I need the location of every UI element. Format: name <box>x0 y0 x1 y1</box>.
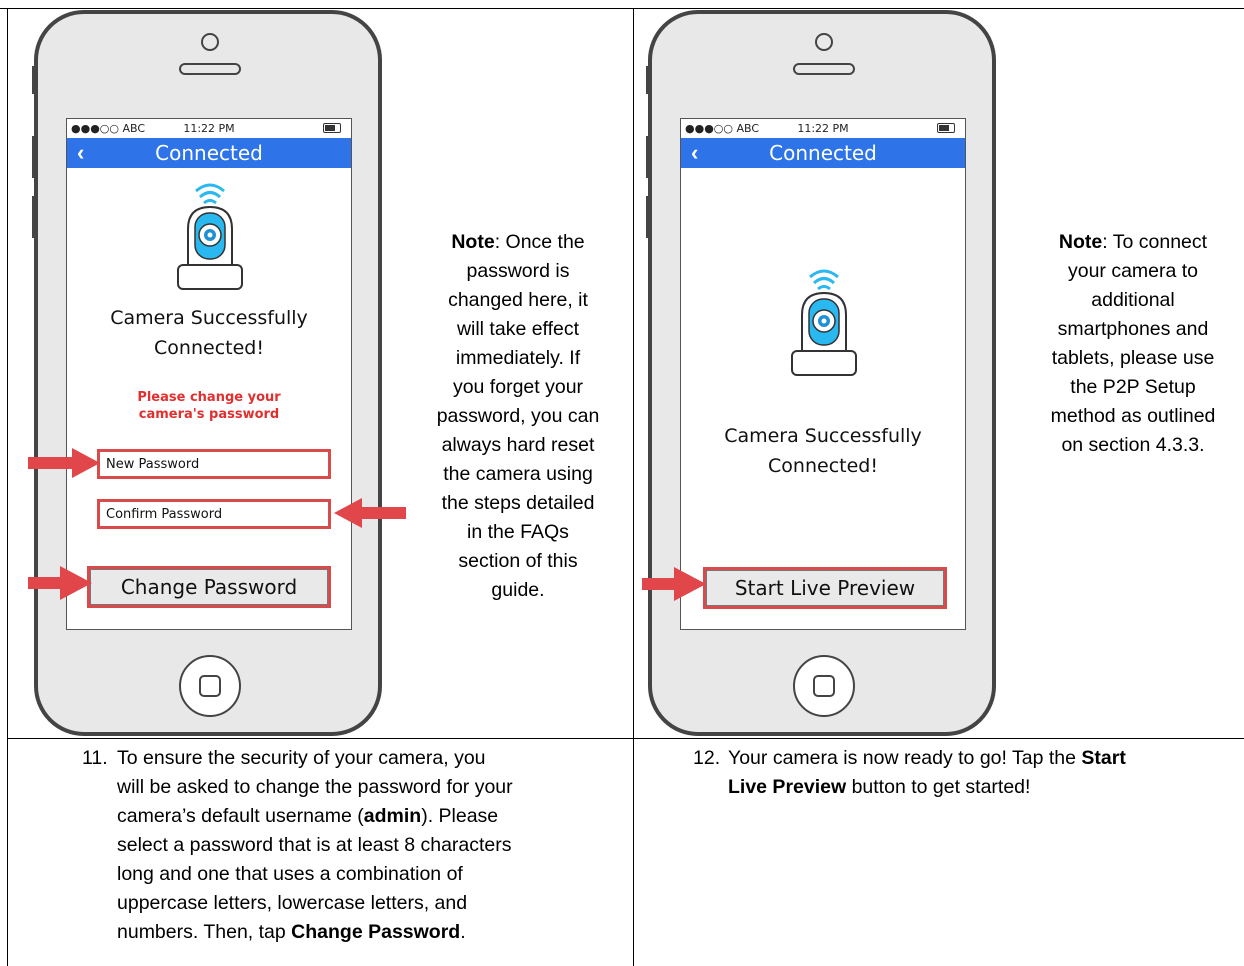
arrow-new-password <box>28 448 100 478</box>
success-line-1: Camera Successfully <box>110 307 308 329</box>
success-message: Camera Successfully Connected! <box>681 421 965 481</box>
step-bold: admin <box>363 805 422 827</box>
table-top-border <box>0 8 1244 9</box>
note-first-rest: : To connect <box>1102 231 1208 253</box>
step-fragment: button to get started! <box>846 776 1031 798</box>
step-line: will be asked to change the password for… <box>117 776 513 798</box>
note-line: always hard reset <box>441 434 595 456</box>
note-line: the steps detailed <box>441 492 595 514</box>
table-left-border <box>7 8 8 966</box>
step-fragment: numbers. Then, tap <box>117 921 292 943</box>
note-line: password is <box>466 260 570 282</box>
confirm-password-field-highlight <box>97 499 331 529</box>
step-line: Your camera is now ready to go! Tap the … <box>728 744 1126 773</box>
new-password-input[interactable] <box>100 452 328 476</box>
nav-title: Connected <box>769 141 877 165</box>
step-number: 11. <box>82 747 108 769</box>
note-line: additional <box>1091 289 1175 311</box>
new-password-field-highlight <box>97 449 331 479</box>
note-line: method as outlined <box>1050 405 1216 427</box>
note-line: password, you can <box>436 405 600 427</box>
note-line: section of this <box>458 550 578 572</box>
note-line: guide. <box>491 579 545 601</box>
note-left-first-line: Note: Once the <box>404 228 632 257</box>
step-text: To ensure the security of your camera, y… <box>117 744 513 947</box>
camera-icon <box>791 269 857 376</box>
note-line: you forget your <box>452 376 584 398</box>
status-bar: ●●●○○ ABC 11:22 PM <box>67 119 351 137</box>
step-line: uppercase letters, lowercase letters, an… <box>117 892 468 914</box>
note-line: immediately. If <box>455 347 581 369</box>
nav-title: Connected <box>155 141 263 165</box>
phone-screen: ●●●○○ ABC 11:22 PM ‹ Connected Camera Su… <box>680 118 966 630</box>
start-live-preview-button[interactable]: Start Live Preview <box>706 570 944 606</box>
phone-screen: ●●●○○ ABC 11:22 PM ‹ Connected Camera Su… <box>66 118 352 630</box>
status-bar: ●●●○○ ABC 11:22 PM <box>681 119 965 137</box>
note-right: Note: To connect your camera to addition… <box>1022 228 1244 460</box>
step-line: numbers. Then, tap Change Password. <box>117 918 513 947</box>
camera-icon <box>177 183 243 290</box>
step-line: To ensure the security of your camera, y… <box>117 747 486 769</box>
note-line: the camera using <box>443 463 593 485</box>
success-line-2: Connected! <box>768 455 878 477</box>
note-first-rest: : Once the <box>494 231 585 253</box>
note-line: tablets, please use <box>1051 347 1215 369</box>
note-line: on section 4.3.3. <box>1061 434 1205 456</box>
step-line: Live Preview button to get started! <box>728 773 1126 802</box>
table-row-divider <box>7 738 1244 739</box>
step-bold: Change Password <box>291 921 461 943</box>
phone-mockup-left: ●●●○○ ABC 11:22 PM ‹ Connected Camera Su… <box>32 10 384 738</box>
change-password-button[interactable]: Change Password <box>90 569 328 605</box>
note-line: smartphones and <box>1057 318 1209 340</box>
step-bold: Live Preview <box>728 776 847 798</box>
change-password-prompt: Please change your camera's password <box>67 389 351 423</box>
note-left: Note: Once the password is changed here,… <box>404 228 632 605</box>
prompt-line-2: camera's password <box>138 407 280 422</box>
step-line: long and one that uses a combination of <box>117 863 463 885</box>
phone-mockup-right: ●●●○○ ABC 11:22 PM ‹ Connected Camera Su… <box>646 10 998 738</box>
start-live-preview-highlight: Start Live Preview <box>703 567 947 609</box>
prompt-line-1: Please change your <box>137 390 281 405</box>
nav-bar: ‹ Connected <box>67 138 351 168</box>
clock: 11:22 PM <box>797 122 849 135</box>
success-line-1: Camera Successfully <box>724 425 922 447</box>
step-fragment: camera’s default username ( <box>117 805 364 827</box>
arrow-start-live-preview <box>642 567 706 601</box>
step-fragment: ). Please <box>421 805 499 827</box>
note-line: your camera to <box>1067 260 1199 282</box>
step-line: camera’s default username (admin). Pleas… <box>117 802 513 831</box>
note-line: will take effect <box>456 318 580 340</box>
step-11: 11. To ensure the security of your camer… <box>82 744 632 966</box>
step-fragment: . <box>460 921 466 943</box>
success-message: Camera Successfully Connected! <box>67 303 351 363</box>
step-text: Your camera is now ready to go! Tap the … <box>728 744 1126 802</box>
nav-bar: ‹ Connected <box>681 138 965 168</box>
step-fragment: Your camera is now ready to go! Tap the <box>728 747 1082 769</box>
arrow-change-password <box>28 566 92 600</box>
battery-icon <box>937 123 955 133</box>
step-12: 12. Your camera is now ready to go! Tap … <box>693 744 1244 824</box>
table-middle-divider <box>633 8 634 966</box>
step-bold: Start <box>1081 747 1126 769</box>
note-line: the P2P Setup <box>1070 376 1196 398</box>
note-right-first-line: Note: To connect <box>1022 228 1244 257</box>
arrow-confirm-password <box>334 498 406 528</box>
note-label: Note <box>1058 231 1103 253</box>
note-line: in the FAQs <box>467 521 569 543</box>
step-number: 12. <box>693 747 721 769</box>
note-line: changed here, it <box>448 289 588 311</box>
success-line-2: Connected! <box>154 337 264 359</box>
step-line: select a password that is at least 8 cha… <box>117 834 512 856</box>
note-label: Note <box>451 231 495 253</box>
clock: 11:22 PM <box>183 122 235 135</box>
change-password-highlight: Change Password <box>87 566 331 608</box>
battery-icon <box>323 123 341 133</box>
confirm-password-input[interactable] <box>100 502 328 526</box>
